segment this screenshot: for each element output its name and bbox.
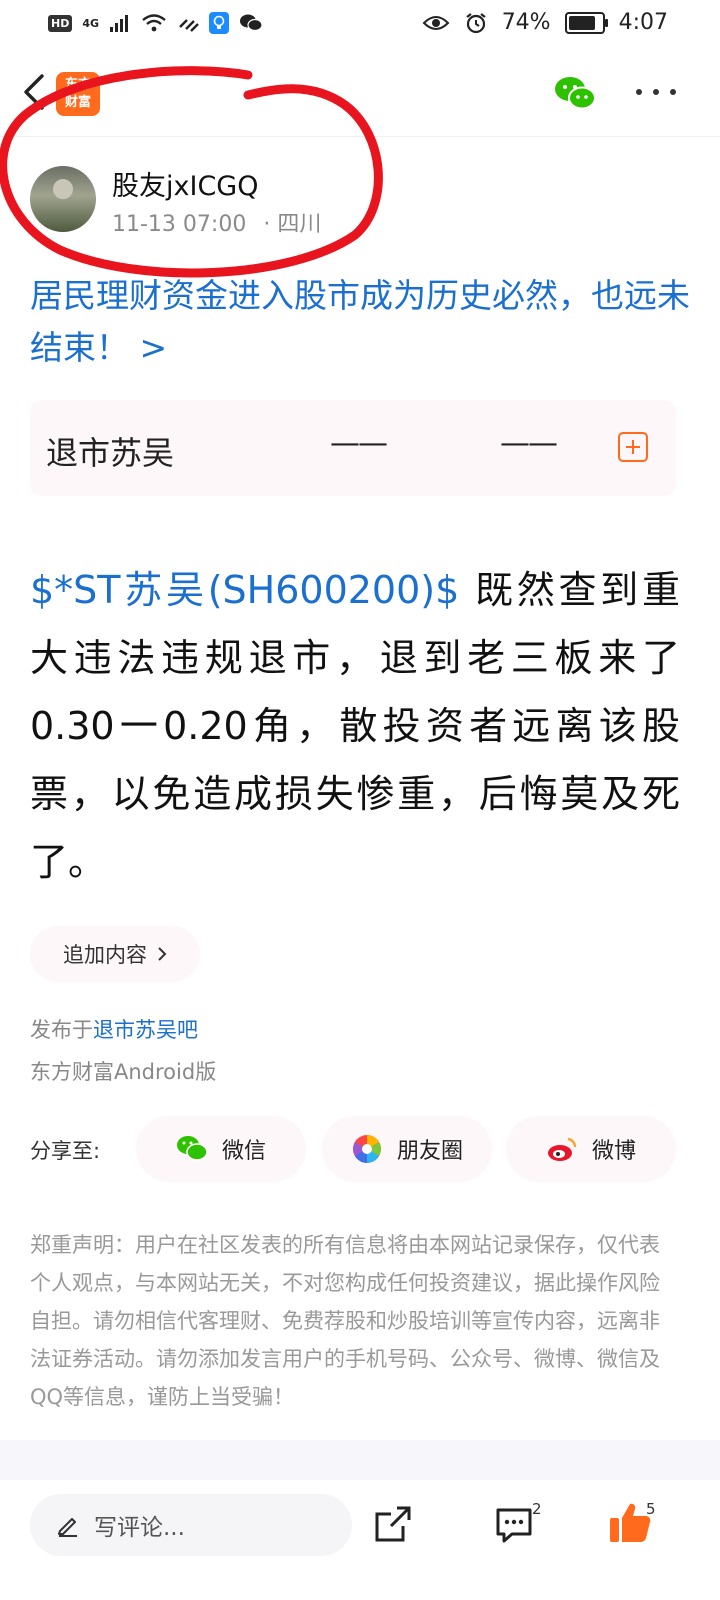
stock-card[interactable]: 退市苏吴 —— —— — [30, 400, 676, 496]
disclaimer: 郑重声明：用户在社区发表的所有信息将由本网站记录保存，仅代表个人观点，与本网站无… — [30, 1233, 660, 1409]
post-text: 既然查到重大违法违规退市，退到老三板来了0.30一0.20角，散投资者远离该股票… — [30, 568, 680, 884]
clock: 4:07 — [618, 10, 668, 35]
comment-input[interactable]: 写评论... — [30, 1494, 352, 1556]
share-wechat-label: 微信 — [221, 1139, 266, 1164]
post-meta: 11-13 07:00 · 四川 — [112, 206, 321, 238]
wifi-icon — [142, 14, 166, 32]
comment-count: 2 — [532, 1500, 542, 1518]
bottom-bar: 写评论... 2 5 — [0, 1480, 720, 1600]
eye-icon — [422, 15, 450, 30]
back-arrow-icon[interactable] — [14, 70, 58, 114]
client-info: 东方财富Android版 — [30, 1060, 217, 1084]
stock-name: 退市苏吴 — [46, 434, 175, 472]
add-content-button[interactable]: 追加内容 — [30, 926, 200, 982]
share-icon[interactable] — [373, 1504, 413, 1544]
status-left-icons: HD 4G — [48, 12, 263, 34]
network-type: 4G — [82, 16, 100, 30]
share-label: 分享至: — [30, 1139, 101, 1163]
weibo-icon — [547, 1137, 577, 1161]
share-weibo-button[interactable]: 微博 — [506, 1116, 676, 1182]
post-location: · 四川 — [263, 212, 322, 237]
logo-line-1: 东方 — [64, 77, 91, 92]
share-wechat-button[interactable]: 微信 — [136, 1116, 306, 1182]
logo-line-2: 财富 — [64, 95, 91, 110]
headline-link[interactable]: 居民理财资金进入股市成为历史必然，也远未结束！ > — [30, 270, 690, 374]
author-name[interactable]: 股友jxICGQ — [112, 164, 258, 203]
top-nav: 东方 财富 — [0, 52, 720, 137]
chevron-right-icon — [158, 947, 167, 961]
share-weibo-label: 微博 — [591, 1139, 636, 1164]
share-moments-label: 朋友圈 — [396, 1139, 463, 1164]
alarm-icon — [466, 12, 486, 33]
add-watchlist-icon[interactable] — [618, 432, 648, 462]
hd-badge: HD — [48, 14, 73, 32]
published-in: 发布于退市苏吴吧 — [30, 1014, 198, 1044]
stock-price: —— — [330, 426, 388, 461]
battery-icon — [564, 11, 608, 34]
signal-icon — [110, 15, 129, 32]
share-moments-button[interactable]: 朋友圈 — [322, 1116, 492, 1182]
eastmoney-logo: 东方 财富 — [56, 72, 100, 116]
stock-change: —— — [500, 426, 558, 461]
forum-link[interactable]: 退市苏吴吧 — [93, 1018, 198, 1042]
battery-percent: 74% — [501, 10, 551, 35]
status-right-icons: 74% 4:07 — [422, 10, 668, 35]
add-content-label: 追加内容 — [63, 943, 147, 967]
like-count: 5 — [646, 1500, 656, 1518]
bulb-app-icon — [209, 12, 230, 34]
pencil-icon — [58, 1518, 77, 1537]
wechat-status-icon — [240, 14, 263, 32]
section-divider — [0, 1440, 720, 1480]
avatar[interactable] — [30, 166, 96, 232]
link-icon — [179, 19, 199, 32]
comment-placeholder: 写评论... — [94, 1515, 185, 1541]
published-prefix: 发布于 — [30, 1018, 93, 1042]
comment-icon[interactable] — [494, 1504, 534, 1544]
more-options-icon[interactable] — [636, 84, 676, 100]
post-body: $*ST苏吴(SH600200)$ 既然查到重大违法违规退市，退到老三板来了0.… — [30, 556, 680, 896]
wechat-icon — [176, 1136, 208, 1161]
post-time: 11-13 07:00 — [112, 212, 247, 237]
moments-icon — [352, 1135, 381, 1163]
wechat-share-icon[interactable] — [553, 74, 597, 114]
stock-tag-link[interactable]: $*ST苏吴(SH600200)$ — [30, 568, 459, 612]
status-bar: HD 4G 74% 4:07 — [0, 0, 720, 52]
